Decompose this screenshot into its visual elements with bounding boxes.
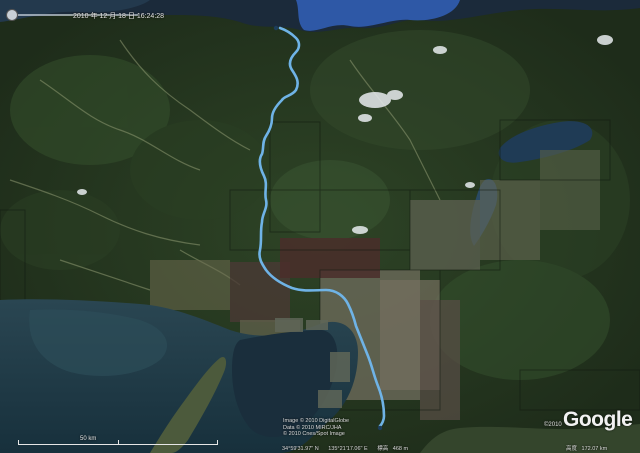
- scale-bar-tick: [217, 440, 218, 445]
- imagery-credits: Image © 2010 DigitalGlobe Data © 2010 MI…: [283, 418, 349, 438]
- google-logo: Google: [563, 408, 633, 431]
- credit-line: © 2010 Cnes/Spot Image: [283, 431, 345, 437]
- imagery-date: 2010 年 12 月 18 日 16:24:28: [73, 13, 165, 20]
- scale-bar-tick: [18, 440, 19, 445]
- route-start: [273, 25, 279, 31]
- satellite-map[interactable]: [0, 0, 640, 453]
- route-end: [377, 425, 383, 431]
- time-slider-knob[interactable]: [6, 9, 18, 21]
- status-coordinates: 34°59'31.97" N 135°21'17.06" E 標高 468 m: [282, 444, 416, 452]
- eye-altitude-value: 172.07 km: [581, 446, 608, 452]
- elevation: 468 m: [392, 446, 409, 452]
- credit-line: Image © 2010 DigitalGlobe: [283, 418, 350, 424]
- eye-altitude-label: 高度: [566, 446, 578, 452]
- elevation-label: 標高: [377, 446, 389, 452]
- eye-altitude: 高度 172.07 km: [566, 444, 607, 452]
- time-slider[interactable]: 2010 年 12 月 18 日 16:24:28: [4, 8, 164, 22]
- longitude: 135°21'17.06" E: [328, 446, 368, 452]
- scale-bar: 50 km: [18, 436, 218, 448]
- copyright: ©2010: [544, 422, 562, 428]
- scale-bar-tick: [118, 440, 119, 445]
- scale-label: 50 km: [80, 436, 97, 442]
- map-viewport[interactable]: 2010 年 12 月 18 日 16:24:28 50 km Image © …: [0, 0, 640, 453]
- latitude: 34°59'31.97" N: [282, 446, 319, 452]
